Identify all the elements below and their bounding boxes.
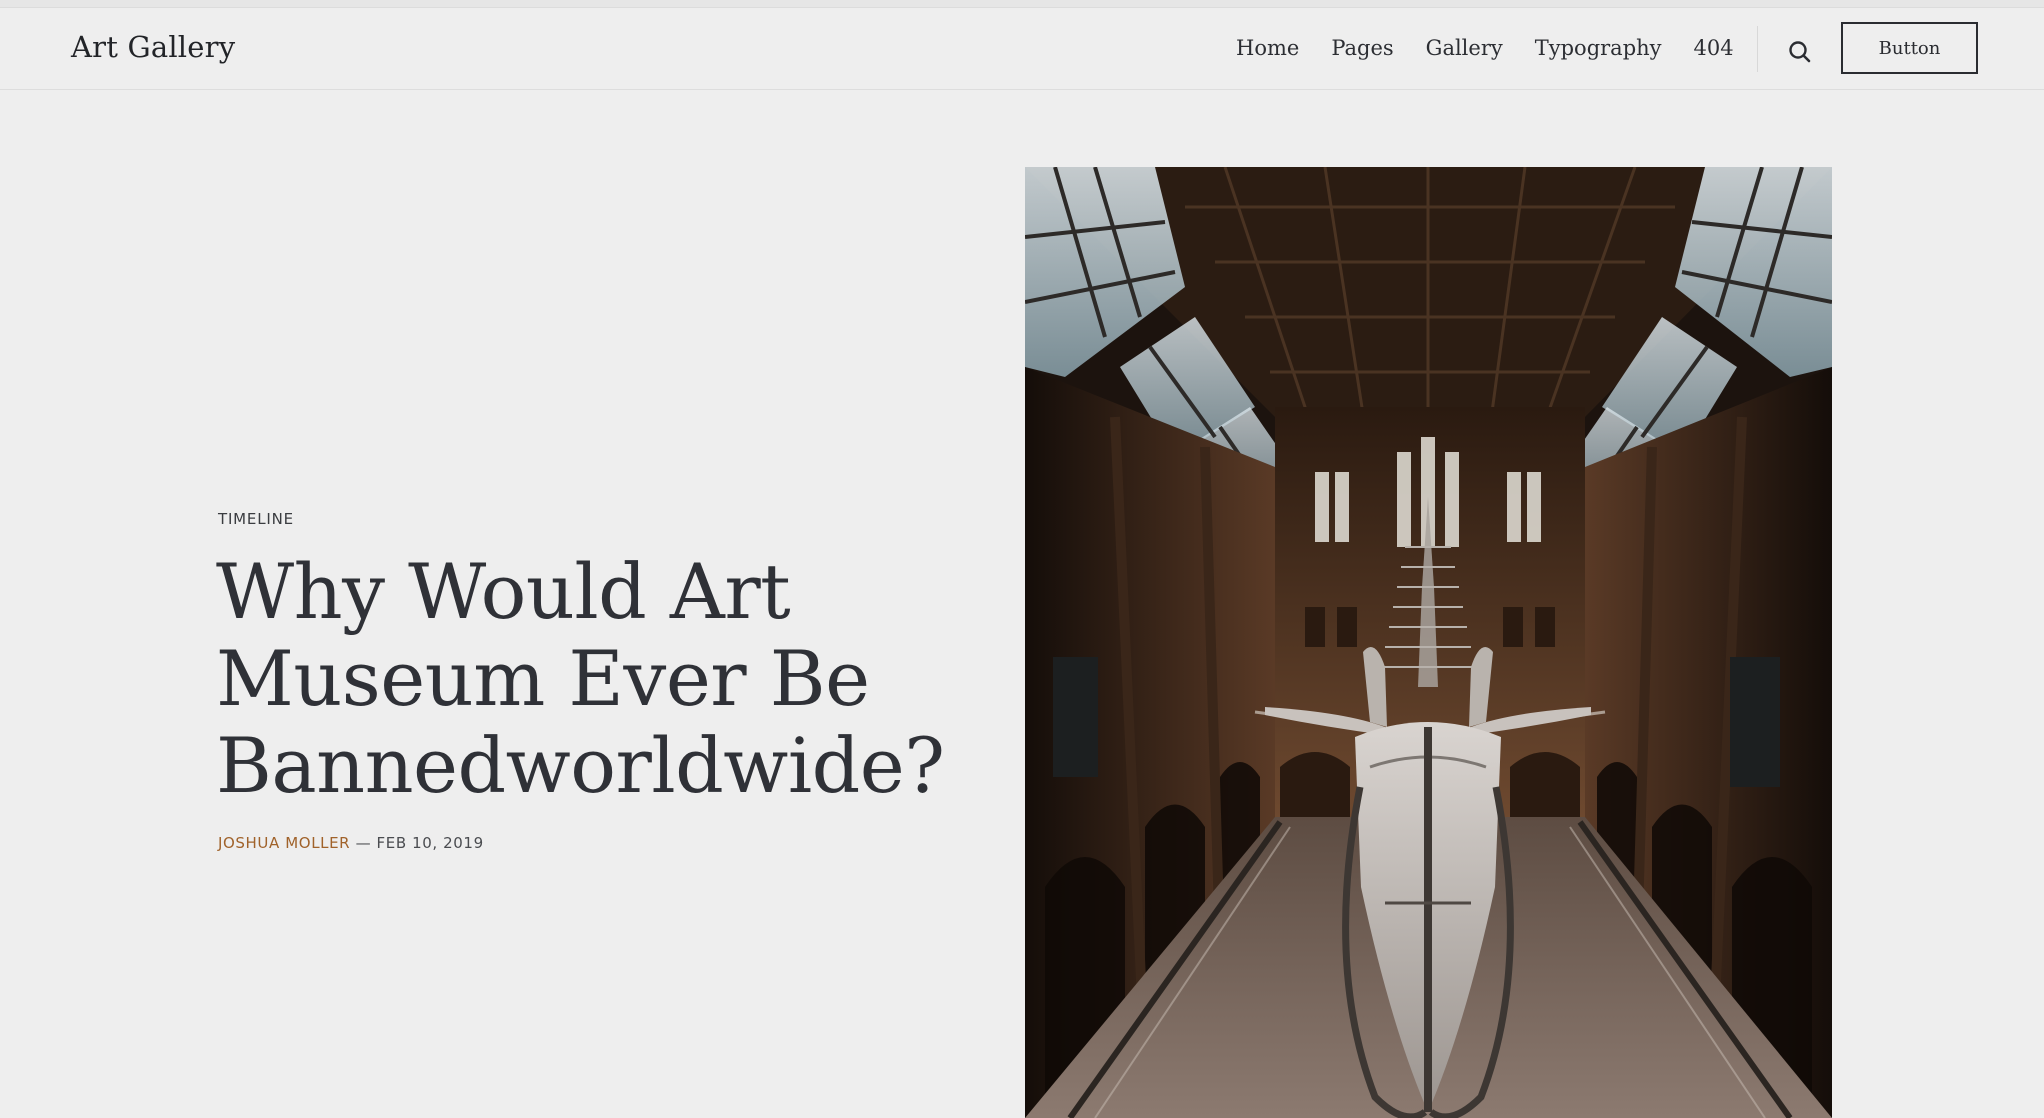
post-meta: JOSHUA MOLLER — FEB 10, 2019 <box>218 834 484 852</box>
site-header: Art Gallery Home Pages Gallery Typograph… <box>0 8 2044 90</box>
header-button[interactable]: Button <box>1841 22 1978 74</box>
hero-image <box>1025 167 1832 1118</box>
nav-gallery[interactable]: Gallery <box>1426 36 1503 60</box>
main-nav: Home Pages Gallery Typography 404 <box>1236 36 1734 60</box>
nav-divider <box>1757 26 1758 72</box>
nav-404[interactable]: 404 <box>1694 36 1734 60</box>
post-author[interactable]: JOSHUA MOLLER <box>218 834 350 852</box>
site-logo[interactable]: Art Gallery <box>71 30 235 64</box>
search-button[interactable] <box>1786 38 1814 66</box>
nav-typography[interactable]: Typography <box>1535 36 1662 60</box>
post-title[interactable]: Why Would Art Museum Ever Be Bannedworld… <box>216 548 956 809</box>
nav-home[interactable]: Home <box>1236 36 1299 60</box>
search-icon <box>1789 41 1811 63</box>
browser-top-strip <box>0 0 2044 8</box>
post-date: — FEB 10, 2019 <box>355 834 484 852</box>
post-category[interactable]: TIMELINE <box>218 510 294 528</box>
nav-pages[interactable]: Pages <box>1331 36 1393 60</box>
museum-hall-image <box>1025 167 1832 1118</box>
